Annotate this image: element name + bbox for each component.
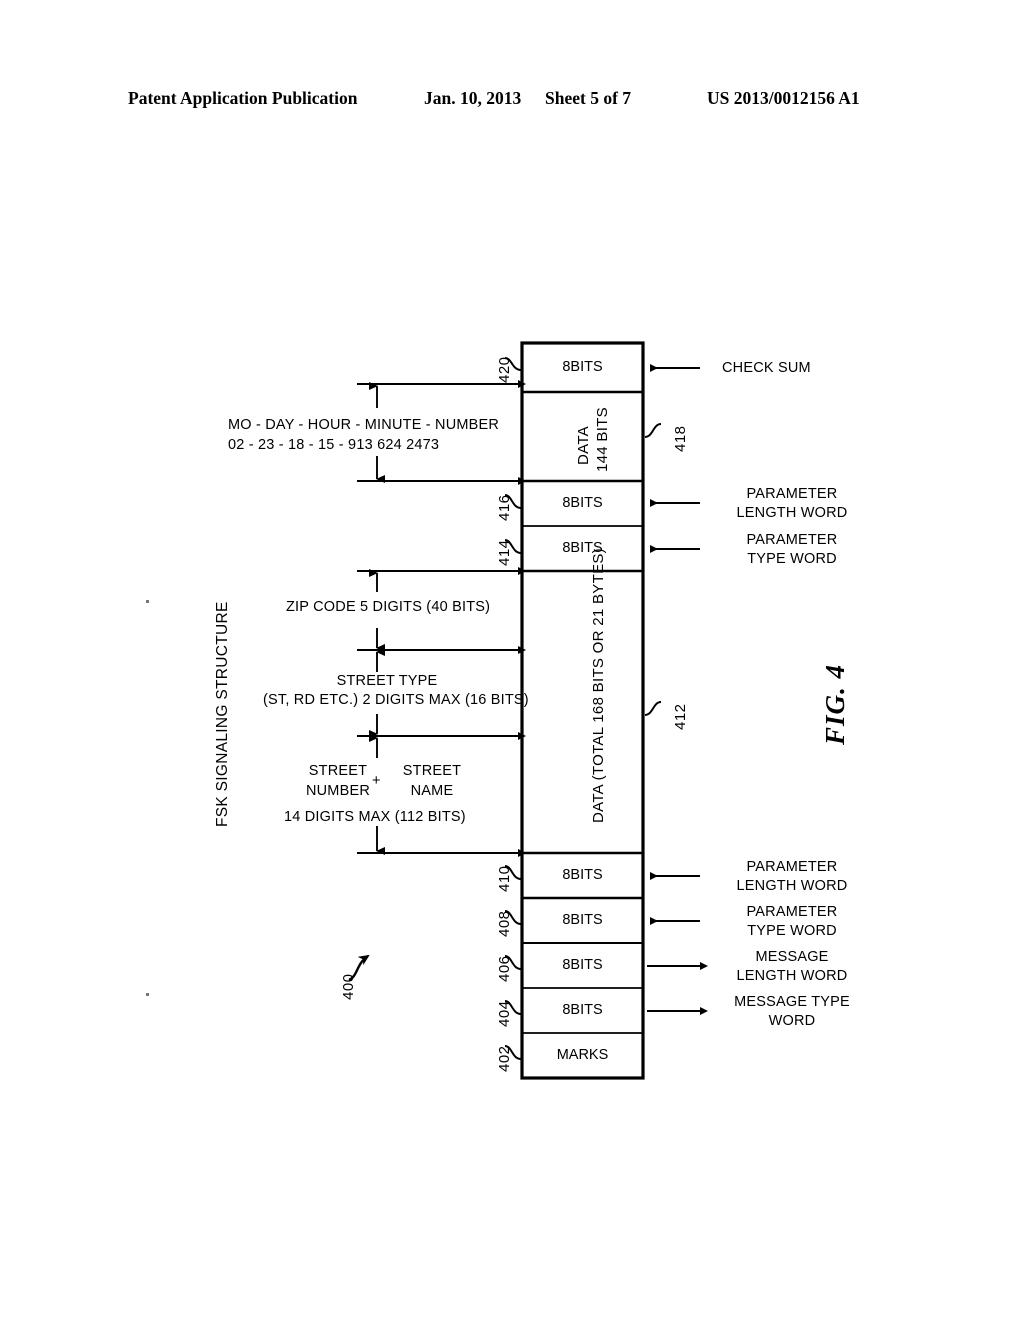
annotation-street-digits: 14 DIGITS MAX (112 BITS) (284, 809, 466, 825)
annotation-street-number-line2: NUMBER (305, 783, 371, 799)
annotation-street-name-line2: NAME (410, 783, 454, 799)
callout-message-length-word: MESSAGE LENGTH WORD (736, 949, 848, 984)
cell-parameter-length-bits-lower: 8BITS (562, 867, 603, 883)
annotation-timestamp-fields: MO - DAY - HOUR - MINUTE - NUMBER (228, 417, 500, 433)
reference-404: 404 (496, 1000, 513, 1027)
annotation-timestamp-values: 02 - 23 - 18 - 15 - 913 624 2473 (228, 437, 440, 453)
scan-speck (146, 993, 149, 996)
callout-parameter-length-word-upper: PARAMETER LENGTH WORD (736, 486, 848, 521)
annotation-zip-code: ZIP CODE 5 DIGITS (40 BITS) (286, 599, 491, 615)
reference-414: 414 (496, 539, 513, 566)
cell-message-length-bits: 8BITS (562, 957, 603, 973)
cell-message-type-bits: 8BITS (562, 1002, 603, 1018)
reference-412: 412 (672, 703, 689, 730)
reference-402: 402 (496, 1045, 513, 1072)
figure-vector-layer (348, 341, 708, 1080)
annotation-plus-sign: + (372, 773, 381, 789)
annotation-street-number: STREET NUMBER (297, 761, 379, 801)
callout-leaders (647, 364, 708, 1015)
reference-420: 420 (496, 356, 513, 383)
callout-parameter-type-word-lower: PARAMETER TYPE WORD (746, 904, 838, 939)
cell-marks: MARKS (556, 1047, 609, 1063)
cell-data-144-label: DATA (575, 426, 592, 465)
reference-410: 410 (496, 865, 513, 892)
reference-406: 406 (496, 955, 513, 982)
reference-400: 400 (340, 973, 357, 1000)
figure-label: FIG. 4 (820, 663, 850, 745)
callout-message-type-word: MESSAGE TYPE WORD (734, 994, 850, 1029)
cell-parameter-length-bits-upper: 8BITS (562, 495, 603, 511)
fsk-signaling-structure-label: FSK SIGNALING STRUCTURE (214, 601, 231, 827)
cell-check-sum-bits: 8BITS (562, 359, 603, 375)
annotation-street-type: STREET TYPE (ST, RD ETC.) 2 DIGITS MAX (… (263, 673, 529, 708)
cell-data-total-label: DATA (TOTAL 168 BITS OR 21 BYTES) (590, 548, 607, 823)
callout-parameter-type-word-upper: PARAMETER TYPE WORD (746, 532, 838, 567)
cell-data-144-bits: 144 BITS (594, 407, 611, 472)
cell-parameter-type-bits-upper: 8BITS (562, 540, 603, 556)
reference-418: 418 (672, 425, 689, 452)
annotation-street-number-line1: STREET (308, 763, 368, 779)
annotation-street-name-line1: STREET (402, 763, 462, 779)
callout-check-sum: CHECK SUM (722, 360, 811, 376)
reference-408: 408 (496, 910, 513, 937)
figure-4-diagram: 8BITS DATA 144 BITS 8BITS 8BITS DATA (TO… (0, 0, 1024, 1320)
annotation-street-name: STREET NAME (391, 761, 473, 801)
scan-speck (146, 600, 149, 603)
callout-parameter-length-word-lower: PARAMETER LENGTH WORD (736, 859, 848, 894)
cell-parameter-type-bits-lower: 8BITS (562, 912, 603, 928)
reference-416: 416 (496, 494, 513, 521)
